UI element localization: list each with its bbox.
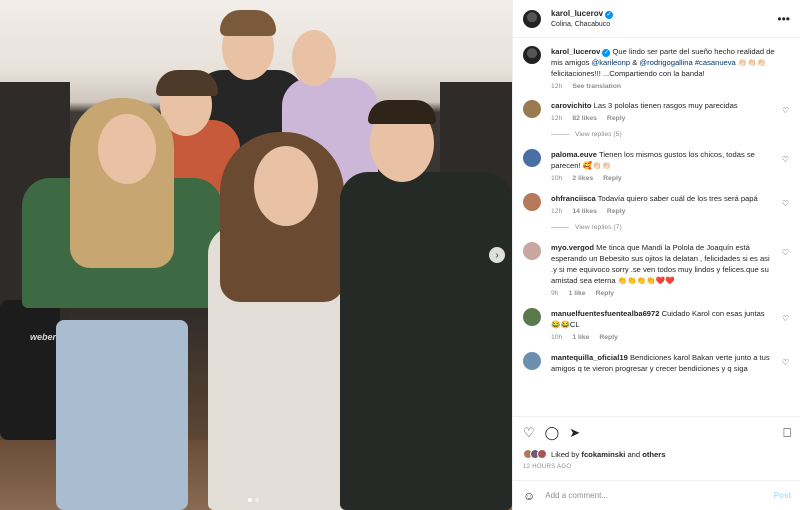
view-replies-link[interactable]: View replies (5) — [551, 131, 791, 138]
comment-block: manuelfuentesfuentealba6972 Cuidado Karo… — [523, 308, 791, 341]
reply-button[interactable]: Reply — [599, 334, 618, 341]
comment-time: 10h — [551, 175, 563, 182]
add-comment-bar: ☺ Post — [513, 480, 800, 510]
comment-time: 12h — [551, 115, 563, 122]
grill-brand-text: weber — [30, 332, 57, 342]
comment-likes[interactable]: 1 like — [572, 334, 589, 341]
comment-like-heart-icon[interactable]: ♡ — [782, 358, 789, 367]
chevron-right-icon: › — [495, 249, 499, 261]
commenter-avatar[interactable] — [523, 352, 541, 370]
comment-text: Las 3 pololas tienen rasgos muy parecida… — [593, 101, 738, 110]
commenter-username[interactable]: myo.vergod — [551, 243, 594, 252]
caption-hashtag[interactable]: #casanueva — [695, 58, 736, 67]
comment-time: 10h — [551, 334, 563, 341]
post-photo[interactable]: weber › — [0, 0, 512, 510]
carousel-dots — [248, 498, 259, 502]
liked-by-row: Liked by fcokaminski and others — [523, 449, 791, 459]
view-replies-text: View replies (5) — [575, 131, 622, 138]
caption-username[interactable]: karol_lucerov — [551, 47, 600, 56]
comment-block: mantequilla_oficial19 Bendiciones karol … — [523, 352, 791, 374]
caption-amp: & — [632, 58, 638, 67]
comment-likes[interactable]: 14 likes — [572, 208, 597, 215]
carousel-dot — [255, 498, 259, 502]
reply-button[interactable]: Reply — [603, 175, 622, 182]
next-photo-button[interactable]: › — [489, 247, 505, 263]
comments-list[interactable]: karol_lucerov ✓ Que lindo ser parte del s… — [513, 38, 800, 416]
emoji-icon[interactable]: ☺ — [523, 489, 535, 503]
commenter-username[interactable]: manuelfuentesfuentealba6972 — [551, 309, 659, 318]
comment-likes[interactable]: 2 likes — [572, 175, 593, 182]
comment: manuelfuentesfuentealba6972 Cuidado Karo… — [523, 308, 791, 341]
carousel-dot-active — [248, 498, 252, 502]
reply-button[interactable]: Reply — [596, 290, 615, 297]
commenter-username[interactable]: mantequilla_oficial19 — [551, 353, 628, 362]
commenter-avatar[interactable] — [523, 193, 541, 211]
commenter-avatar[interactable] — [523, 308, 541, 326]
author-username[interactable]: karol_lucerov — [551, 9, 603, 18]
share-paper-plane-icon[interactable]: ➤ — [569, 425, 580, 441]
comment-block: myo.vergod Me tinca que Mandi la Polola … — [523, 242, 791, 297]
comment-time: 9h — [551, 290, 559, 297]
verified-badge-icon: ✓ — [605, 10, 614, 19]
commenter-username[interactable]: carovichito — [551, 101, 592, 110]
comment: ohfranciisca Todavía quiero saber cuál d… — [523, 193, 791, 215]
post-comment-button[interactable]: Post — [774, 491, 791, 500]
comment: mantequilla_oficial19 Bendiciones karol … — [523, 352, 791, 374]
comment-block: paloma.euve Tienen los mismos gustos los… — [523, 149, 791, 182]
comment-bubble-icon[interactable]: ◯ — [545, 425, 560, 441]
comment-time: 12h — [551, 208, 563, 215]
liked-by-prefix: Liked by — [551, 449, 580, 459]
bookmark-icon[interactable]: ⎕ — [783, 425, 791, 441]
comment: carovichito Las 3 pololas tienen rasgos … — [523, 100, 791, 122]
commenter-avatar[interactable] — [523, 149, 541, 167]
view-replies-link[interactable]: View replies (7) — [551, 224, 791, 231]
comment-like-heart-icon[interactable]: ♡ — [782, 248, 789, 257]
liked-by-user[interactable]: fcokaminski — [581, 450, 625, 459]
comment-input[interactable] — [545, 491, 774, 500]
comment-likes[interactable]: 82 likes — [572, 115, 597, 122]
comment-like-heart-icon[interactable]: ♡ — [782, 106, 789, 115]
caption-mention-2[interactable]: @rodrigogallina — [639, 58, 692, 67]
caption-avatar[interactable] — [523, 46, 541, 64]
post-actions: ♡ ◯ ➤ ⎕ Liked by fcokaminski and others … — [513, 416, 800, 478]
reply-button[interactable]: Reply — [607, 208, 626, 215]
like-heart-icon[interactable]: ♡ — [523, 425, 535, 441]
post-side-panel: karol_lucerov ✓ Colina, Chacabuco ••• kar… — [512, 0, 800, 510]
commenter-avatar[interactable] — [523, 100, 541, 118]
liked-by-and: and — [627, 449, 641, 459]
liked-by-others[interactable]: others — [642, 450, 665, 459]
comment: paloma.euve Tienen los mismos gustos los… — [523, 149, 791, 182]
comment-block: ohfranciisca Todavía quiero saber cuál d… — [523, 193, 791, 231]
commenter-avatar[interactable] — [523, 242, 541, 260]
more-options-icon[interactable]: ••• — [777, 12, 790, 26]
comment-block: carovichito Las 3 pololas tienen rasgos … — [523, 100, 791, 138]
comment-like-heart-icon[interactable]: ♡ — [782, 314, 789, 323]
reply-button[interactable]: Reply — [607, 115, 626, 122]
grill — [0, 300, 60, 440]
view-replies-text: View replies (7) — [575, 224, 622, 231]
comment-like-heart-icon[interactable]: ♡ — [782, 155, 789, 164]
author-avatar[interactable] — [523, 9, 541, 28]
caption-mention-1[interactable]: @karileonp — [592, 58, 631, 67]
comment-likes[interactable]: 1 like — [569, 290, 586, 297]
see-translation-link[interactable]: See translation — [572, 83, 621, 90]
caption: karol_lucerov ✓ Que lindo ser parte del s… — [523, 46, 791, 90]
verified-badge-icon: ✓ — [602, 49, 611, 57]
comment-like-heart-icon[interactable]: ♡ — [782, 199, 789, 208]
commenter-username[interactable]: paloma.euve — [551, 150, 597, 159]
commenter-username[interactable]: ohfranciisca — [551, 194, 596, 203]
liker-avatar — [537, 449, 547, 459]
author-meta: karol_lucerov ✓ Colina, Chacabuco — [551, 8, 614, 30]
comment: myo.vergod Me tinca que Mandi la Polola … — [523, 242, 791, 297]
post-location[interactable]: Colina, Chacabuco — [551, 19, 613, 30]
caption-time: 12h — [551, 83, 563, 90]
post-time-ago: 12 HOURS AGO — [523, 464, 572, 470]
post-header: karol_lucerov ✓ Colina, Chacabuco ••• — [513, 0, 800, 38]
comment-text: Todavía quiero saber cuál de los tres se… — [597, 194, 758, 203]
